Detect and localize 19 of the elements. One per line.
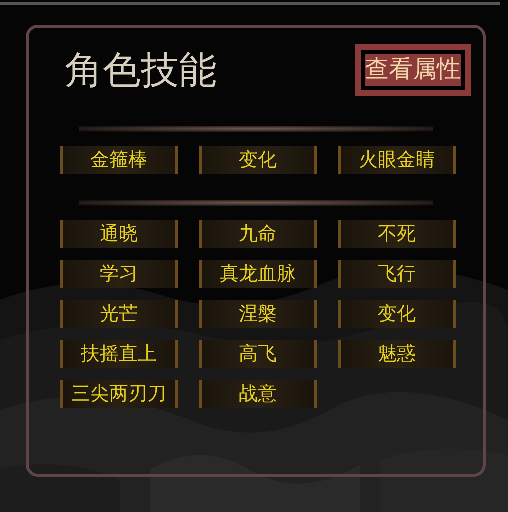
panel-title: 角色技能	[65, 46, 217, 94]
skill-tag[interactable]: 变化	[338, 300, 456, 328]
skill-tag[interactable]: 火眼金睛	[338, 146, 456, 174]
skill-tag[interactable]: 光芒	[60, 300, 178, 328]
skill-tag[interactable]: 涅槃	[199, 300, 317, 328]
skill-tag[interactable]: 高飞	[199, 340, 317, 368]
skill-tag[interactable]: 变化	[199, 146, 317, 174]
view-attributes-button[interactable]: 查看属性	[355, 44, 471, 96]
skill-tag[interactable]: 通晓	[60, 220, 178, 248]
skill-tag[interactable]: 飞行	[338, 260, 456, 288]
skill-tag[interactable]: 战意	[199, 380, 317, 408]
skill-tag[interactable]: 真龙血脉	[199, 260, 317, 288]
skill-tag[interactable]: 魅惑	[338, 340, 456, 368]
skill-tag[interactable]: 金箍棒	[60, 146, 178, 174]
skill-tag[interactable]: 学习	[60, 260, 178, 288]
skill-tag[interactable]: 九命	[199, 220, 317, 248]
skill-tag[interactable]: 扶摇直上	[60, 340, 178, 368]
skill-tag[interactable]: 不死	[338, 220, 456, 248]
skill-tag[interactable]: 三尖两刃刀	[60, 380, 178, 408]
